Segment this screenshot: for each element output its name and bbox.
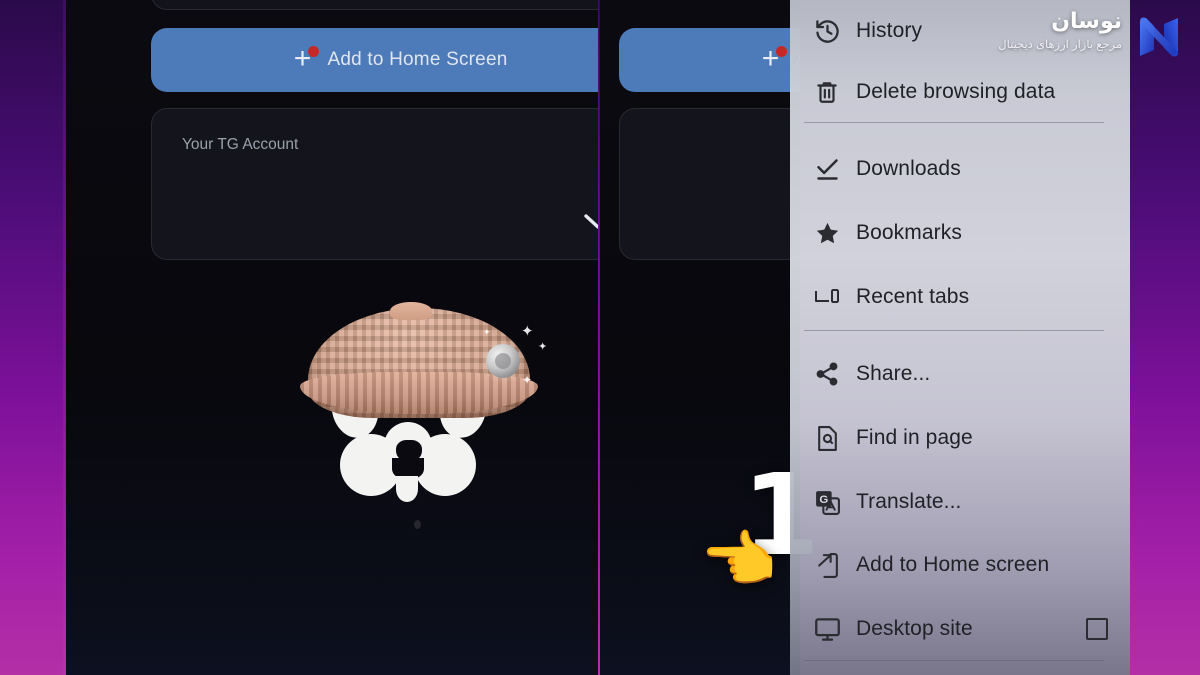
pointing-left-hand-icon: 👈 [700,526,778,595]
menu-item-delete-browsing-data-label: Delete browsing data [856,80,1056,103]
menu-item-history-label: History [856,19,923,42]
decorative-speck [414,520,421,529]
menu-item-translate[interactable]: G Translate... [790,480,1130,524]
desktop-monitor-icon [810,617,844,642]
sparkle-icon: ✦ [538,341,548,353]
menu-item-share-label: Share... [856,362,931,385]
add-to-home-screen-button-secondary[interactable]: + Add to Home Screen [619,28,800,92]
menu-item-translate-label: Translate... [856,490,962,513]
menu-item-delete-browsing-data[interactable]: Delete browsing data [790,70,1130,114]
menu-item-share[interactable]: Share... [790,352,1130,396]
plus-icon: + [290,44,319,74]
translate-icon: G [810,489,844,516]
menu-item-add-to-home-screen-label: Add to Home screen [856,553,1050,576]
tg-account-card-secondary[interactable] [619,108,800,260]
sparkle-icon: ✦ [522,373,533,387]
watermark-subtitle: مرجع بازار ارزهای دیجیتال [998,39,1122,51]
menu-item-recent-tabs[interactable]: Recent tabs [790,275,1130,319]
menu-divider [804,122,1104,123]
brand-n-logo [1128,6,1190,68]
menu-item-desktop-site[interactable]: Desktop site [790,607,1130,651]
menu-item-find-in-page[interactable]: Find in page [790,416,1130,460]
phone-screen-primary: + Add to Home Screen Your TG Account ✦ ✦… [66,0,598,675]
notification-badge-dot [307,46,319,57]
menu-item-downloads[interactable]: Downloads [790,147,1130,191]
recent-tabs-icon [810,285,844,309]
add-to-home-icon [810,552,844,579]
share-icon [810,361,844,387]
watermark: نوسان مرجع بازار ارزهای دیجیتال [998,8,1122,51]
svg-text:G: G [819,493,828,505]
menu-item-bookmarks[interactable]: Bookmarks [790,211,1130,255]
tg-account-card[interactable]: Your TG Account [151,108,598,260]
menu-divider [804,330,1104,331]
plus-icon: + [758,44,787,74]
add-to-home-screen-button[interactable]: + Add to Home Screen [151,28,598,92]
browser-overflow-menu: History Delete browsing data Downloads B… [790,0,1130,675]
menu-item-find-in-page-label: Find in page [856,426,973,449]
watermark-title: نوسان [1051,8,1122,33]
menu-divider [804,660,1104,661]
menu-item-add-to-home-screen[interactable]: Add to Home screen [790,543,1130,587]
download-check-icon [810,156,844,183]
history-clock-icon [810,18,844,45]
menu-item-downloads-label: Downloads [856,157,961,180]
notification-badge-dot [775,46,787,57]
tg-account-label: Your TG Account [182,136,299,153]
menu-item-recent-tabs-label: Recent tabs [856,285,970,308]
menu-item-desktop-site-label: Desktop site [856,617,973,640]
trash-can-icon [810,79,844,105]
card-above-fold [151,0,598,10]
beanie-top-nub [390,302,432,320]
desktop-site-checkbox[interactable] [1086,618,1108,640]
menu-item-bookmarks-label: Bookmarks [856,221,962,244]
sparkle-icon: ✦ [483,327,491,337]
sparkle-icon: ✦ [521,323,534,340]
chevron-down-icon[interactable] [583,213,598,231]
find-in-page-icon [810,425,844,452]
coin-icon [486,344,520,378]
dog-mascot-illustration: ✦ ✦ ✦ ✦ [294,300,548,510]
star-icon [810,220,844,247]
add-to-home-screen-button-label: Add to Home Screen [327,49,508,70]
